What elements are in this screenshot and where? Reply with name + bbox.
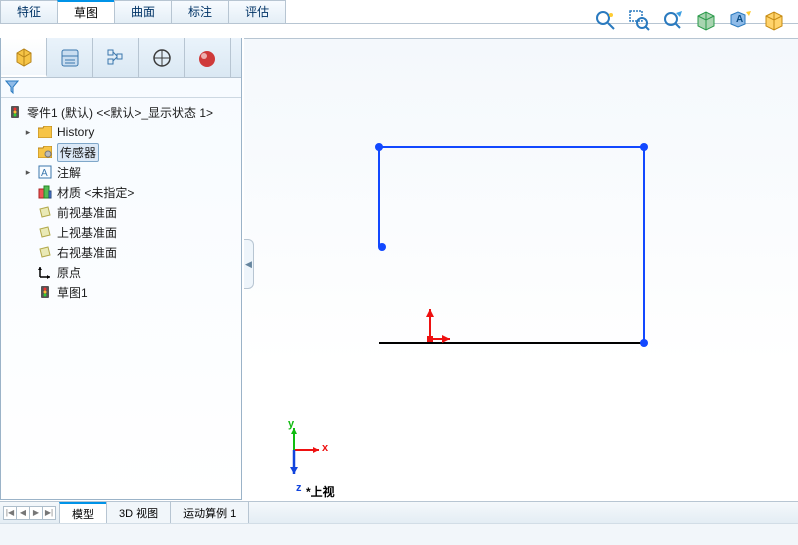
expander-icon[interactable]: ▸ xyxy=(23,167,33,177)
reference-plane-icon xyxy=(37,244,53,260)
filter-funnel-icon xyxy=(5,80,19,94)
previous-view-icon[interactable] xyxy=(658,5,688,35)
bottom-tab-3d-views[interactable]: 3D 视图 xyxy=(106,502,171,523)
pane-tab-property-manager-icon[interactable] xyxy=(47,38,93,77)
tree-item-label: 材质 <未指定> xyxy=(57,184,134,201)
expander-placeholder xyxy=(23,247,33,257)
tree-item-label: 草图1 xyxy=(57,284,88,301)
tree-item-label: 右视基准面 xyxy=(57,244,117,261)
triad-z-label: z xyxy=(296,482,302,494)
display-style-icon[interactable] xyxy=(760,5,790,35)
tree-item-right-plane[interactable]: 右视基准面 xyxy=(21,242,239,262)
tree-item-history[interactable]: ▸ History xyxy=(21,122,239,142)
tab-annotate[interactable]: 标注 xyxy=(171,0,229,23)
last-tab-button[interactable]: ▶| xyxy=(42,506,56,520)
tree-root-part[interactable]: 零件1 (默认) <<默认>_显示状态 1> xyxy=(5,102,239,122)
tree-item-label: 上视基准面 xyxy=(57,224,117,241)
annotation-icon: A xyxy=(37,164,53,180)
svg-text:A: A xyxy=(41,168,48,179)
tree-item-top-plane[interactable]: 上视基准面 xyxy=(21,222,239,242)
current-view-name: *上视 xyxy=(306,483,335,500)
material-icon xyxy=(37,184,53,200)
svg-text:A: A xyxy=(736,14,743,25)
expander-placeholder xyxy=(23,287,33,297)
folder-history-icon xyxy=(37,124,53,140)
section-view-icon[interactable] xyxy=(692,5,722,35)
feature-manager-panel: 零件1 (默认) <<默认>_显示状态 1> ▸ History 传感器 ▸ A… xyxy=(0,38,242,500)
motion-tabs-bar: |◀ ◀ ▶ ▶| 模型 3D 视图 运动算例 1 xyxy=(0,501,798,523)
tab-sketch[interactable]: 草图 xyxy=(57,0,115,23)
previous-tab-button[interactable]: ◀ xyxy=(16,506,30,520)
expander-placeholder xyxy=(23,207,33,217)
part-traffic-light-icon xyxy=(7,104,23,120)
tab-surfaces[interactable]: 曲面 xyxy=(114,0,172,23)
manager-pane-tabs xyxy=(1,38,241,78)
tree-item-sensors[interactable]: 传感器 xyxy=(21,142,239,162)
tree-filter-bar[interactable] xyxy=(1,78,241,98)
expander-placeholder xyxy=(23,267,33,277)
tab-evaluate[interactable]: 评估 xyxy=(228,0,286,23)
bottom-tab-motion-study-1[interactable]: 运动算例 1 xyxy=(170,502,249,523)
triad-x-label: x xyxy=(322,442,328,454)
tab-navigation-controls: |◀ ◀ ▶ ▶| xyxy=(0,502,60,523)
sensor-icon xyxy=(37,144,53,160)
status-bar xyxy=(0,523,798,545)
tree-item-front-plane[interactable]: 前视基准面 xyxy=(21,202,239,222)
reference-plane-icon xyxy=(37,204,53,220)
reference-plane-icon xyxy=(37,224,53,240)
next-tab-button[interactable]: ▶ xyxy=(29,506,43,520)
expander-placeholder xyxy=(23,147,33,157)
first-tab-button[interactable]: |◀ xyxy=(3,506,17,520)
expander-placeholder xyxy=(23,187,33,197)
pane-tab-configuration-manager-icon[interactable] xyxy=(93,38,139,77)
tree-item-label: History xyxy=(57,125,94,139)
tree-item-annotations[interactable]: ▸ A 注解 xyxy=(21,162,239,182)
triad-y-label: y xyxy=(288,418,294,430)
zoom-to-area-icon[interactable] xyxy=(624,5,654,35)
tree-item-label: 传感器 xyxy=(57,143,99,162)
view-orientation-icon[interactable]: A xyxy=(726,5,756,35)
tree-root-label: 零件1 (默认) <<默认>_显示状态 1> xyxy=(27,104,213,121)
expander-placeholder xyxy=(23,227,33,237)
zoom-to-fit-icon[interactable] xyxy=(590,5,620,35)
feature-tree: 零件1 (默认) <<默认>_显示状态 1> ▸ History 传感器 ▸ A… xyxy=(1,98,241,306)
tab-features[interactable]: 特征 xyxy=(0,0,58,23)
pane-tab-feature-tree-icon[interactable] xyxy=(1,38,47,77)
bottom-tab-model[interactable]: 模型 xyxy=(59,502,107,523)
sketch-traffic-light-icon xyxy=(37,284,53,300)
origin-icon xyxy=(37,264,53,280)
heads-up-view-toolbar: A xyxy=(590,4,790,36)
tree-item-material[interactable]: 材质 <未指定> xyxy=(21,182,239,202)
expander-icon[interactable]: ▸ xyxy=(23,127,33,137)
pane-tab-dimxpert-icon[interactable] xyxy=(139,38,185,77)
tree-item-label: 注解 xyxy=(57,164,81,181)
tree-item-origin[interactable]: 原点 xyxy=(21,262,239,282)
tree-item-sketch1[interactable]: 草图1 xyxy=(21,282,239,302)
tree-item-label: 原点 xyxy=(57,264,81,281)
graphics-area[interactable]: ◀ x y z *上视 xyxy=(244,38,798,502)
tree-item-label: 前视基准面 xyxy=(57,204,117,221)
pane-tab-appearances-icon[interactable] xyxy=(185,38,231,77)
